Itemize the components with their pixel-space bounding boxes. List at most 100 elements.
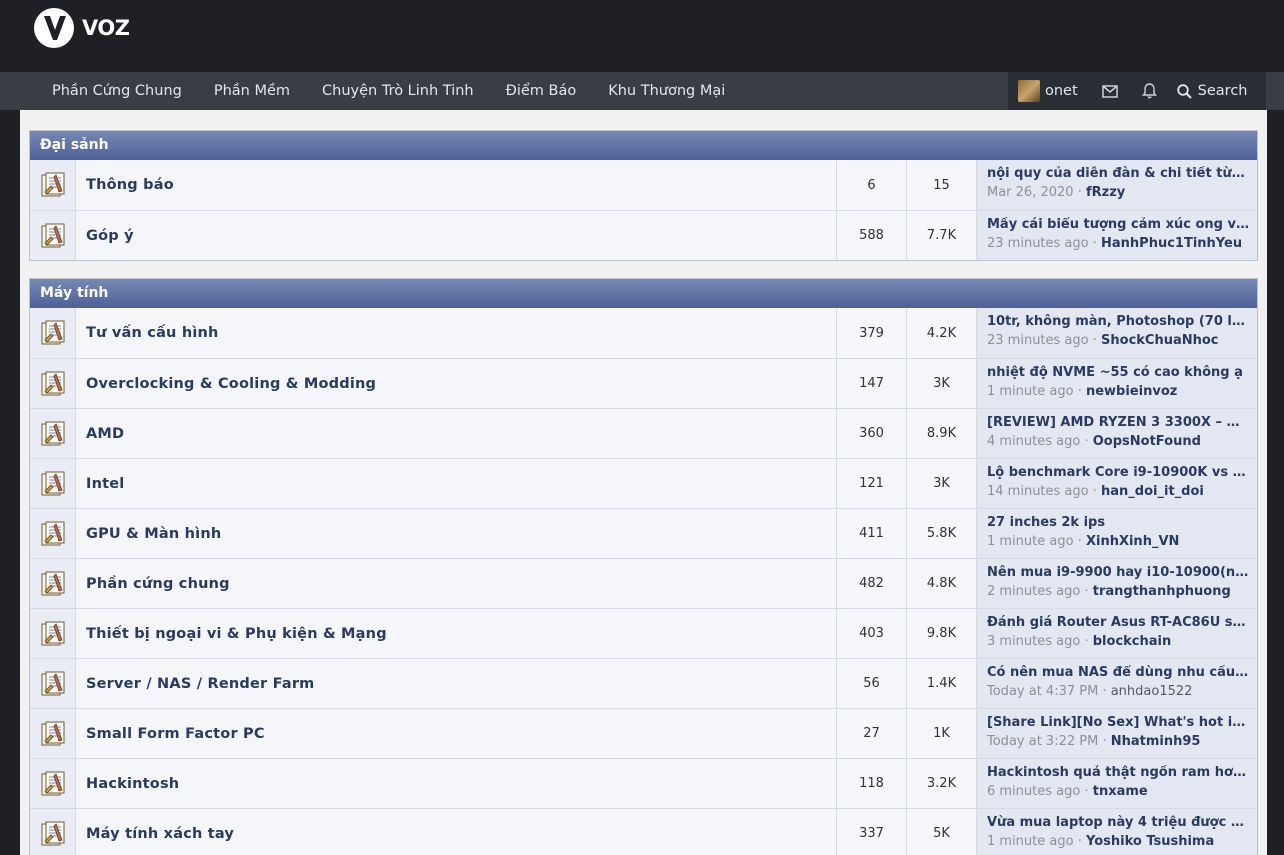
- section-dai-sanh: Đại sảnh Thông báo 6 15 nội quy của diễn…: [29, 130, 1258, 261]
- site-logo[interactable]: VOZ: [32, 6, 130, 50]
- message-count: 8.9K: [907, 409, 977, 458]
- forum-row: Góp ý 588 7.7K Mấy cái biểu tượng cảm xú…: [30, 210, 1257, 260]
- last-post-user[interactable]: blockchain: [1093, 634, 1172, 649]
- forum-title-link[interactable]: Overclocking & Cooling & Modding: [86, 376, 376, 392]
- last-post-user[interactable]: newbieinvoz: [1086, 384, 1177, 399]
- forum-title-link[interactable]: Intel: [86, 476, 124, 492]
- message-count: 5K: [907, 809, 977, 855]
- last-post-title[interactable]: Hackintosh quả thật ngốn ram hơn Wi...: [987, 765, 1249, 780]
- last-post-time[interactable]: 1 minute ago: [987, 834, 1074, 849]
- thread-count: 588: [837, 211, 907, 260]
- last-post-user[interactable]: fRzzy: [1086, 185, 1125, 200]
- forum-title-link[interactable]: Phần cứng chung: [86, 576, 230, 592]
- forum-icon: [30, 211, 76, 260]
- last-post-user[interactable]: han_doi_it_doi: [1101, 484, 1204, 499]
- last-post-user[interactable]: Nhatminh95: [1111, 734, 1201, 749]
- last-post: 27 inches 2k ips 1 minute ago · XinhXinh…: [977, 509, 1257, 558]
- last-post-time[interactable]: 23 minutes ago: [987, 236, 1089, 251]
- thread-count: 118: [837, 759, 907, 808]
- last-post-user[interactable]: ShockChuaNhoc: [1101, 333, 1219, 348]
- search-button[interactable]: Search: [1176, 83, 1248, 99]
- forum-icon: [30, 809, 76, 855]
- bell-icon[interactable]: [1141, 83, 1157, 99]
- forum-row: Small Form Factor PC 27 1K [Share Link][…: [30, 708, 1257, 758]
- last-post-time[interactable]: Today at 3:22 PM: [987, 734, 1098, 749]
- last-post-user[interactable]: HanhPhuc1TinhYeu: [1101, 236, 1242, 251]
- last-post: Nên mua i9-9900 hay i10-10900(nón... 2 m…: [977, 559, 1257, 608]
- last-post-title[interactable]: Nên mua i9-9900 hay i10-10900(nón...: [987, 565, 1249, 580]
- last-post-time[interactable]: Today at 4:37 PM: [987, 684, 1098, 699]
- last-post-title[interactable]: Có nên mua NAS để dùng nhu cầu lưu...: [987, 665, 1249, 680]
- forum-row: Máy tính xách tay 337 5K Vừa mua laptop …: [30, 808, 1257, 855]
- nav-item-phan-cung-chung[interactable]: Phần Cứng Chung: [36, 72, 198, 110]
- last-post-title[interactable]: Mấy cái biểu tượng cảm xúc ong vàng...: [987, 217, 1249, 232]
- last-post-user[interactable]: anhdao1522: [1111, 684, 1193, 699]
- last-post-time[interactable]: 4 minutes ago: [987, 434, 1080, 449]
- envelope-icon[interactable]: [1101, 84, 1118, 98]
- last-post-title[interactable]: 27 inches 2k ips: [987, 515, 1249, 530]
- last-post-title[interactable]: Lộ benchmark Core i9-10900K vs Ryz...: [987, 465, 1249, 480]
- last-post-title[interactable]: [Share Link][No Sex] What's hot in C...: [987, 715, 1249, 730]
- last-post-title[interactable]: Đánh giá Router Asus RT-AC86U sự lự...: [987, 615, 1249, 630]
- nav-item-phan-mem[interactable]: Phần Mềm: [198, 72, 306, 110]
- message-count: 3.2K: [907, 759, 977, 808]
- nav-item-khu-thuong-mai[interactable]: Khu Thương Mại: [592, 72, 741, 110]
- last-post-time[interactable]: 3 minutes ago: [987, 634, 1080, 649]
- forum-icon: [30, 709, 76, 758]
- forum-icon: [30, 160, 76, 210]
- forum-title-link[interactable]: Máy tính xách tay: [86, 826, 234, 842]
- thread-count: 27: [837, 709, 907, 758]
- account-menu[interactable]: onet: [1018, 80, 1078, 102]
- last-post: [Share Link][No Sex] What's hot in C... …: [977, 709, 1257, 758]
- nav-item-diem-bao[interactable]: Điểm Báo: [490, 72, 593, 110]
- forum-title-link[interactable]: Small Form Factor PC: [86, 726, 265, 742]
- last-post-time[interactable]: 14 minutes ago: [987, 484, 1089, 499]
- last-post-user[interactable]: Yoshiko Tsushima: [1086, 834, 1214, 849]
- last-post-user[interactable]: OopsNotFound: [1093, 434, 1201, 449]
- site-name: VOZ: [82, 16, 130, 40]
- forum-row: AMD 360 8.9K [REVIEW] AMD RYZEN 3 3300X …: [30, 408, 1257, 458]
- search-icon: [1176, 83, 1192, 99]
- forum-icon: [30, 459, 76, 508]
- forum-title-link[interactable]: Thiết bị ngoại vi & Phụ kiện & Mạng: [86, 626, 387, 642]
- user-nav: onet Search: [1008, 72, 1266, 110]
- last-post-user[interactable]: XinhXinh_VN: [1086, 534, 1179, 549]
- last-post: Đánh giá Router Asus RT-AC86U sự lự... 3…: [977, 609, 1257, 658]
- forum-icon: [30, 509, 76, 558]
- section-header[interactable]: Đại sảnh: [30, 131, 1257, 160]
- last-post: 10tr, không màn, Photoshop (70 laye... 2…: [977, 308, 1257, 358]
- last-post: nhiệt độ NVME ~55 có cao không ạ 1 minut…: [977, 359, 1257, 408]
- thread-count: 6: [837, 160, 907, 210]
- last-post-time[interactable]: 2 minutes ago: [987, 584, 1080, 599]
- last-post-time[interactable]: 23 minutes ago: [987, 333, 1089, 348]
- forum-row: Thiết bị ngoại vi & Phụ kiện & Mạng 403 …: [30, 608, 1257, 658]
- last-post-title[interactable]: 10tr, không màn, Photoshop (70 laye...: [987, 314, 1249, 329]
- forum-title-link[interactable]: Hackintosh: [86, 776, 179, 792]
- last-post-time[interactable]: 1 minute ago: [987, 384, 1074, 399]
- last-post-title[interactable]: Vừa mua laptop này 4 triệu được khô...: [987, 815, 1249, 830]
- thread-count: 403: [837, 609, 907, 658]
- forum-row: Intel 121 3K Lộ benchmark Core i9-10900K…: [30, 458, 1257, 508]
- last-post: Có nên mua NAS để dùng nhu cầu lưu... To…: [977, 659, 1257, 708]
- last-post-time[interactable]: 6 minutes ago: [987, 784, 1080, 799]
- last-post: Lộ benchmark Core i9-10900K vs Ryz... 14…: [977, 459, 1257, 508]
- forum-row: GPU & Màn hình 411 5.8K 27 inches 2k ips…: [30, 508, 1257, 558]
- section-header[interactable]: Máy tính: [30, 279, 1257, 308]
- last-post-user[interactable]: tnxame: [1093, 784, 1148, 799]
- last-post-time[interactable]: Mar 26, 2020: [987, 185, 1074, 200]
- forum-title-link[interactable]: Góp ý: [86, 228, 134, 244]
- last-post-title[interactable]: [REVIEW] AMD RYZEN 3 3300X – PH...: [987, 415, 1249, 430]
- forum-title-link[interactable]: GPU & Màn hình: [86, 526, 221, 542]
- nav-item-chuyen-tro-linh-tinh[interactable]: Chuyện Trò Linh Tinh: [306, 72, 490, 110]
- last-post-user[interactable]: trangthanhphuong: [1093, 584, 1231, 599]
- thread-count: 411: [837, 509, 907, 558]
- forum-title-link[interactable]: AMD: [86, 426, 124, 442]
- forum-title-link[interactable]: Thông báo: [86, 177, 174, 193]
- forum-row: Overclocking & Cooling & Modding 147 3K …: [30, 358, 1257, 408]
- message-count: 9.8K: [907, 609, 977, 658]
- forum-title-link[interactable]: Server / NAS / Render Farm: [86, 676, 314, 692]
- last-post-title[interactable]: nhiệt độ NVME ~55 có cao không ạ: [987, 365, 1249, 380]
- last-post-time[interactable]: 1 minute ago: [987, 534, 1074, 549]
- last-post-title[interactable]: nội quy của diễn đàn & chi tiết từng ...: [987, 166, 1249, 181]
- forum-title-link[interactable]: Tư vấn cấu hình: [86, 325, 219, 341]
